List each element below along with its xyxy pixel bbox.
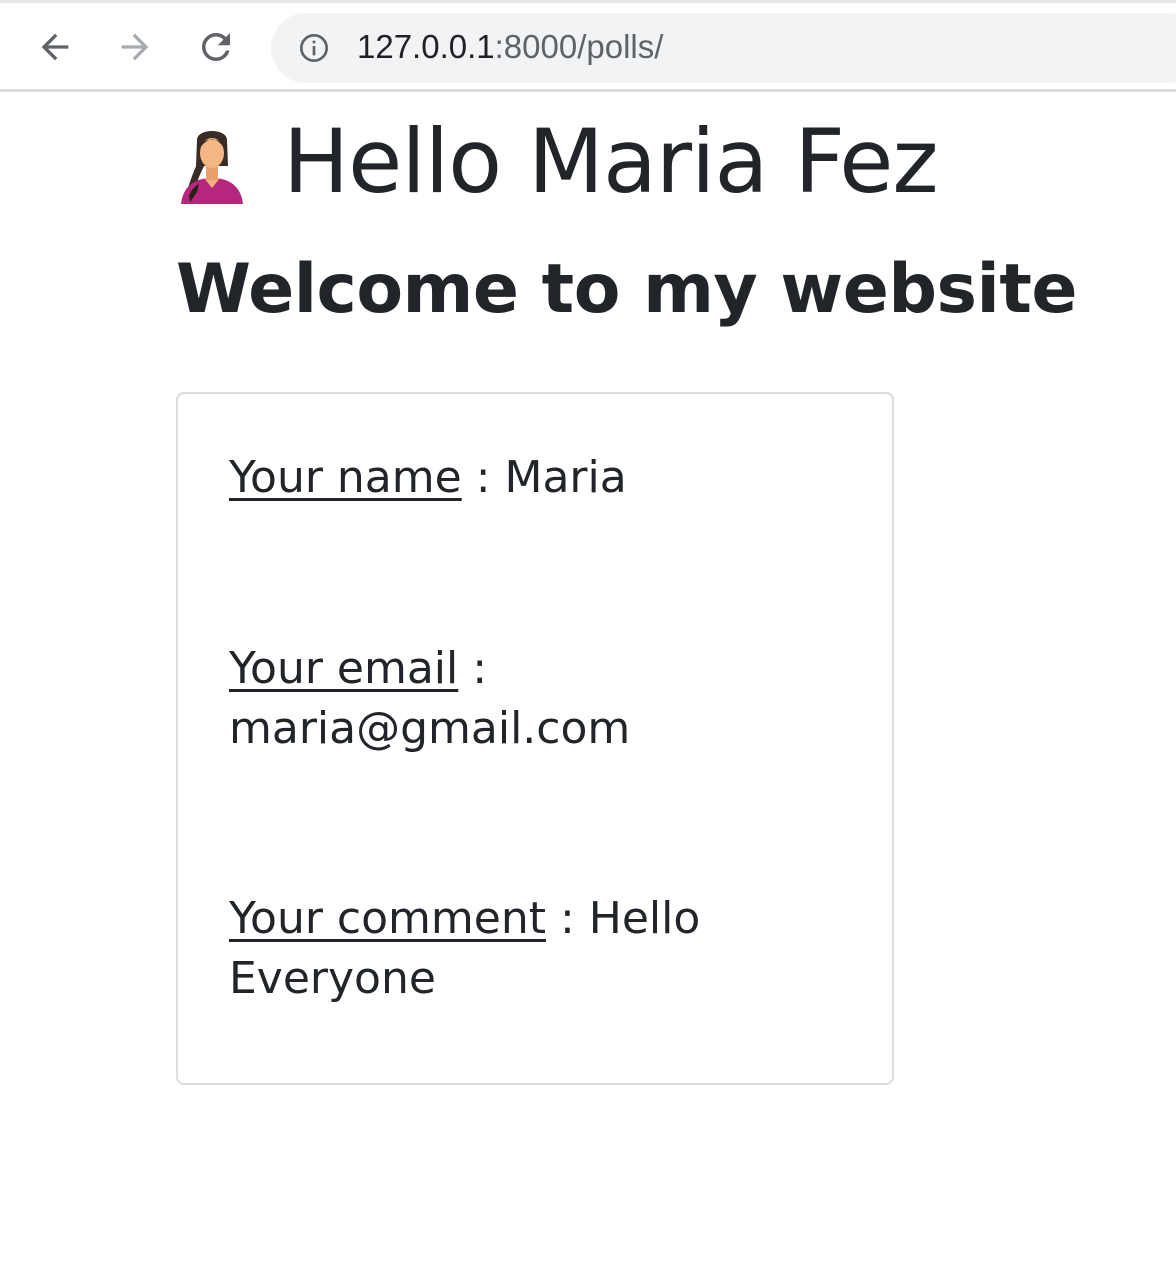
email-field: Your email : maria@gmail.com (229, 639, 829, 759)
greeting-heading: Hello Maria Fez (283, 110, 939, 213)
url-host: 127.0.0.1 (357, 28, 495, 65)
email-value: maria@gmail.com (229, 703, 631, 754)
comment-separator: : (545, 893, 589, 944)
name-separator: : (461, 452, 505, 503)
user-info-card: Your name : Maria Your email : maria@gma… (176, 392, 894, 1085)
email-label: Your email (229, 643, 459, 694)
arrow-right-icon (121, 33, 149, 61)
comment-label: Your comment (229, 893, 546, 944)
url-text[interactable]: 127.0.0.1:8000/polls/ (357, 27, 663, 67)
comment-field: Your comment : Hello Everyone (229, 889, 829, 1009)
greeting-row: Hello Maria Fez (177, 110, 939, 213)
browser-toolbar: 127.0.0.1:8000/polls/ (0, 0, 1176, 92)
name-value: Maria (504, 452, 627, 503)
welcome-heading: Welcome to my website (176, 250, 1077, 329)
reload-icon (202, 33, 230, 61)
name-label: Your name (229, 452, 462, 503)
reload-button[interactable] (194, 25, 238, 69)
email-separator: : (458, 643, 488, 694)
female-avatar-icon (181, 131, 243, 204)
url-path: :8000/polls/ (494, 28, 664, 65)
info-icon[interactable] (298, 32, 330, 64)
back-button[interactable] (33, 25, 77, 69)
arrow-left-icon (41, 33, 69, 61)
forward-button[interactable] (113, 25, 157, 69)
address-bar[interactable]: 127.0.0.1:8000/polls/ (271, 13, 1176, 83)
name-field: Your name : Maria (229, 448, 829, 508)
